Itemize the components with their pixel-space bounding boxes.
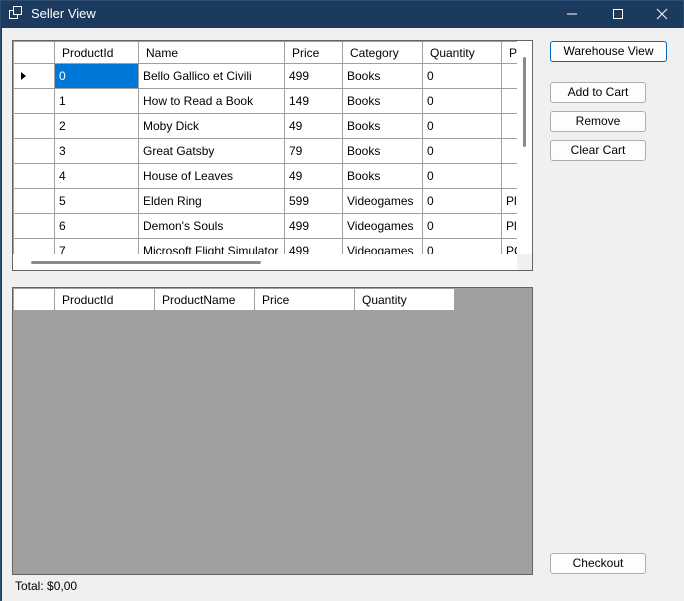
products-grid[interactable]: ProductId Name Price Category Quantity P… bbox=[12, 40, 533, 271]
cell-name[interactable]: Elden Ring bbox=[138, 188, 285, 214]
cart-column-header-productid[interactable]: ProductId bbox=[54, 288, 155, 311]
cell-price[interactable]: 499 bbox=[284, 213, 343, 239]
column-header-category[interactable]: Category bbox=[342, 41, 423, 64]
scrollbar-corner bbox=[517, 254, 532, 270]
cart-table: ProductId ProductName Price Quantity bbox=[13, 288, 455, 311]
cart-row-header-corner[interactable] bbox=[13, 288, 55, 311]
cell-quantity[interactable]: 0 bbox=[422, 63, 502, 89]
cell-name[interactable]: How to Read a Book bbox=[138, 88, 285, 114]
cell-price[interactable]: 49 bbox=[284, 163, 343, 189]
column-header-price[interactable]: Price bbox=[284, 41, 343, 64]
column-header-quantity[interactable]: Quantity bbox=[422, 41, 502, 64]
cell-category[interactable]: Videogames bbox=[342, 188, 423, 214]
cell-category[interactable]: Books bbox=[342, 138, 423, 164]
cell-quantity[interactable]: 0 bbox=[422, 113, 502, 139]
cell-price[interactable]: 49 bbox=[284, 113, 343, 139]
cell-price[interactable]: 149 bbox=[284, 88, 343, 114]
cell-productid[interactable]: 6 bbox=[54, 213, 139, 239]
cell-productid[interactable]: 0 bbox=[54, 63, 139, 89]
cart-column-header-productname[interactable]: ProductName bbox=[154, 288, 255, 311]
cell-name[interactable]: House of Leaves bbox=[138, 163, 285, 189]
window-app-icon bbox=[9, 6, 22, 19]
remove-button[interactable]: Remove bbox=[550, 111, 646, 132]
table-row[interactable]: 3 Great Gatsby 79 Books 0 bbox=[13, 138, 524, 164]
cell-productid[interactable]: 3 bbox=[54, 138, 139, 164]
checkout-button[interactable]: Checkout bbox=[550, 553, 646, 574]
table-row[interactable]: 4 House of Leaves 49 Books 0 bbox=[13, 163, 524, 189]
table-row[interactable]: 5 Elden Ring 599 Videogames 0 Pl bbox=[13, 188, 524, 214]
cell-productid[interactable]: 4 bbox=[54, 163, 139, 189]
vertical-scrollbar[interactable] bbox=[517, 41, 532, 254]
total-label: Total: $0,00 bbox=[15, 579, 78, 593]
close-button[interactable] bbox=[639, 1, 684, 27]
products-table: ProductId Name Price Category Quantity P… bbox=[13, 41, 524, 264]
clear-cart-button[interactable]: Clear Cart bbox=[550, 140, 646, 161]
close-icon bbox=[656, 8, 668, 20]
window-title: Seller View bbox=[31, 6, 96, 21]
horizontal-scroll-thumb[interactable] bbox=[31, 261, 261, 264]
table-row[interactable]: 2 Moby Dick 49 Books 0 bbox=[13, 113, 524, 139]
cell-price[interactable]: 79 bbox=[284, 138, 343, 164]
cell-name[interactable]: Demon's Souls bbox=[138, 213, 285, 239]
cell-name[interactable]: Moby Dick bbox=[138, 113, 285, 139]
table-row[interactable]: 0 Bello Gallico et Civili 499 Books 0 bbox=[13, 63, 524, 89]
cell-quantity[interactable]: 0 bbox=[422, 163, 502, 189]
row-header[interactable] bbox=[13, 188, 55, 214]
minimize-icon bbox=[567, 13, 577, 15]
cart-header-row: ProductId ProductName Price Quantity bbox=[13, 288, 455, 311]
cell-productid[interactable]: 1 bbox=[54, 88, 139, 114]
cell-name[interactable]: Bello Gallico et Civili bbox=[138, 63, 285, 89]
row-header[interactable] bbox=[13, 63, 55, 89]
horizontal-scrollbar[interactable] bbox=[13, 254, 517, 270]
cell-quantity[interactable]: 0 bbox=[422, 188, 502, 214]
cell-productid[interactable]: 2 bbox=[54, 113, 139, 139]
cell-category[interactable]: Books bbox=[342, 163, 423, 189]
seller-view-window: Seller View ProductId Name Price Categor… bbox=[0, 0, 684, 601]
cell-quantity[interactable]: 0 bbox=[422, 138, 502, 164]
cart-grid[interactable]: ProductId ProductName Price Quantity bbox=[12, 287, 533, 575]
products-header-row: ProductId Name Price Category Quantity P bbox=[13, 41, 524, 64]
row-header[interactable] bbox=[13, 113, 55, 139]
current-row-arrow-icon bbox=[21, 72, 26, 80]
table-row[interactable]: 1 How to Read a Book 149 Books 0 bbox=[13, 88, 524, 114]
table-row[interactable]: 6 Demon's Souls 499 Videogames 0 Pl bbox=[13, 213, 524, 239]
cart-column-header-quantity[interactable]: Quantity bbox=[354, 288, 455, 311]
client-area: ProductId Name Price Category Quantity P… bbox=[2, 28, 684, 601]
maximize-button[interactable] bbox=[595, 1, 641, 27]
column-header-productid[interactable]: ProductId bbox=[54, 41, 139, 64]
cell-quantity[interactable]: 0 bbox=[422, 88, 502, 114]
add-to-cart-button[interactable]: Add to Cart bbox=[550, 82, 646, 103]
cell-name[interactable]: Great Gatsby bbox=[138, 138, 285, 164]
cell-category[interactable]: Books bbox=[342, 88, 423, 114]
cell-quantity[interactable]: 0 bbox=[422, 213, 502, 239]
cell-category[interactable]: Books bbox=[342, 113, 423, 139]
title-bar[interactable]: Seller View bbox=[1, 1, 683, 27]
vertical-scroll-thumb[interactable] bbox=[523, 57, 526, 147]
cart-column-header-price[interactable]: Price bbox=[254, 288, 355, 311]
row-header-corner[interactable] bbox=[13, 41, 55, 64]
cell-price[interactable]: 599 bbox=[284, 188, 343, 214]
row-header[interactable] bbox=[13, 213, 55, 239]
cell-productid[interactable]: 5 bbox=[54, 188, 139, 214]
cell-category[interactable]: Books bbox=[342, 63, 423, 89]
column-header-name[interactable]: Name bbox=[138, 41, 285, 64]
row-header[interactable] bbox=[13, 88, 55, 114]
maximize-icon bbox=[613, 9, 623, 19]
row-header[interactable] bbox=[13, 163, 55, 189]
minimize-button[interactable] bbox=[549, 1, 595, 27]
warehouse-view-button[interactable]: Warehouse View bbox=[550, 41, 667, 62]
cell-price[interactable]: 499 bbox=[284, 63, 343, 89]
row-header[interactable] bbox=[13, 138, 55, 164]
cell-category[interactable]: Videogames bbox=[342, 213, 423, 239]
